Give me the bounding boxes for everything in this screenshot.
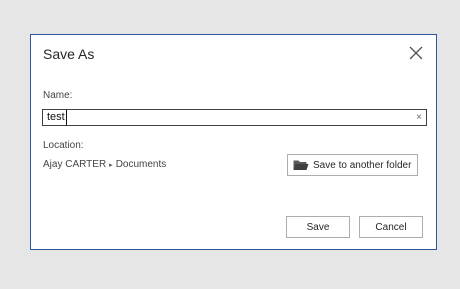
breadcrumb-item-user[interactable]: Ajay CARTER	[43, 159, 106, 170]
location-label: Location:	[43, 140, 84, 151]
name-label: Name:	[43, 90, 73, 101]
clear-name-button[interactable]: ×	[416, 110, 422, 125]
breadcrumb-separator-icon: ▸	[109, 161, 113, 169]
close-icon	[407, 44, 425, 62]
another-folder-label: Save to another folder	[313, 159, 412, 171]
save-to-another-folder-button[interactable]: Save to another folder	[287, 154, 418, 176]
close-button[interactable]	[407, 44, 425, 62]
save-as-dialog: Save As Name: test × Location: Ajay CART…	[30, 34, 437, 250]
name-input-value[interactable]: test	[47, 110, 67, 125]
dialog-title: Save As	[43, 46, 95, 62]
folder-open-icon	[293, 159, 309, 171]
location-breadcrumb: Ajay CARTER ▸ Documents	[43, 159, 166, 170]
breadcrumb-item-documents[interactable]: Documents	[116, 159, 167, 170]
cancel-button[interactable]: Cancel	[359, 216, 423, 238]
name-field[interactable]: test ×	[42, 109, 427, 126]
save-button[interactable]: Save	[286, 216, 350, 238]
